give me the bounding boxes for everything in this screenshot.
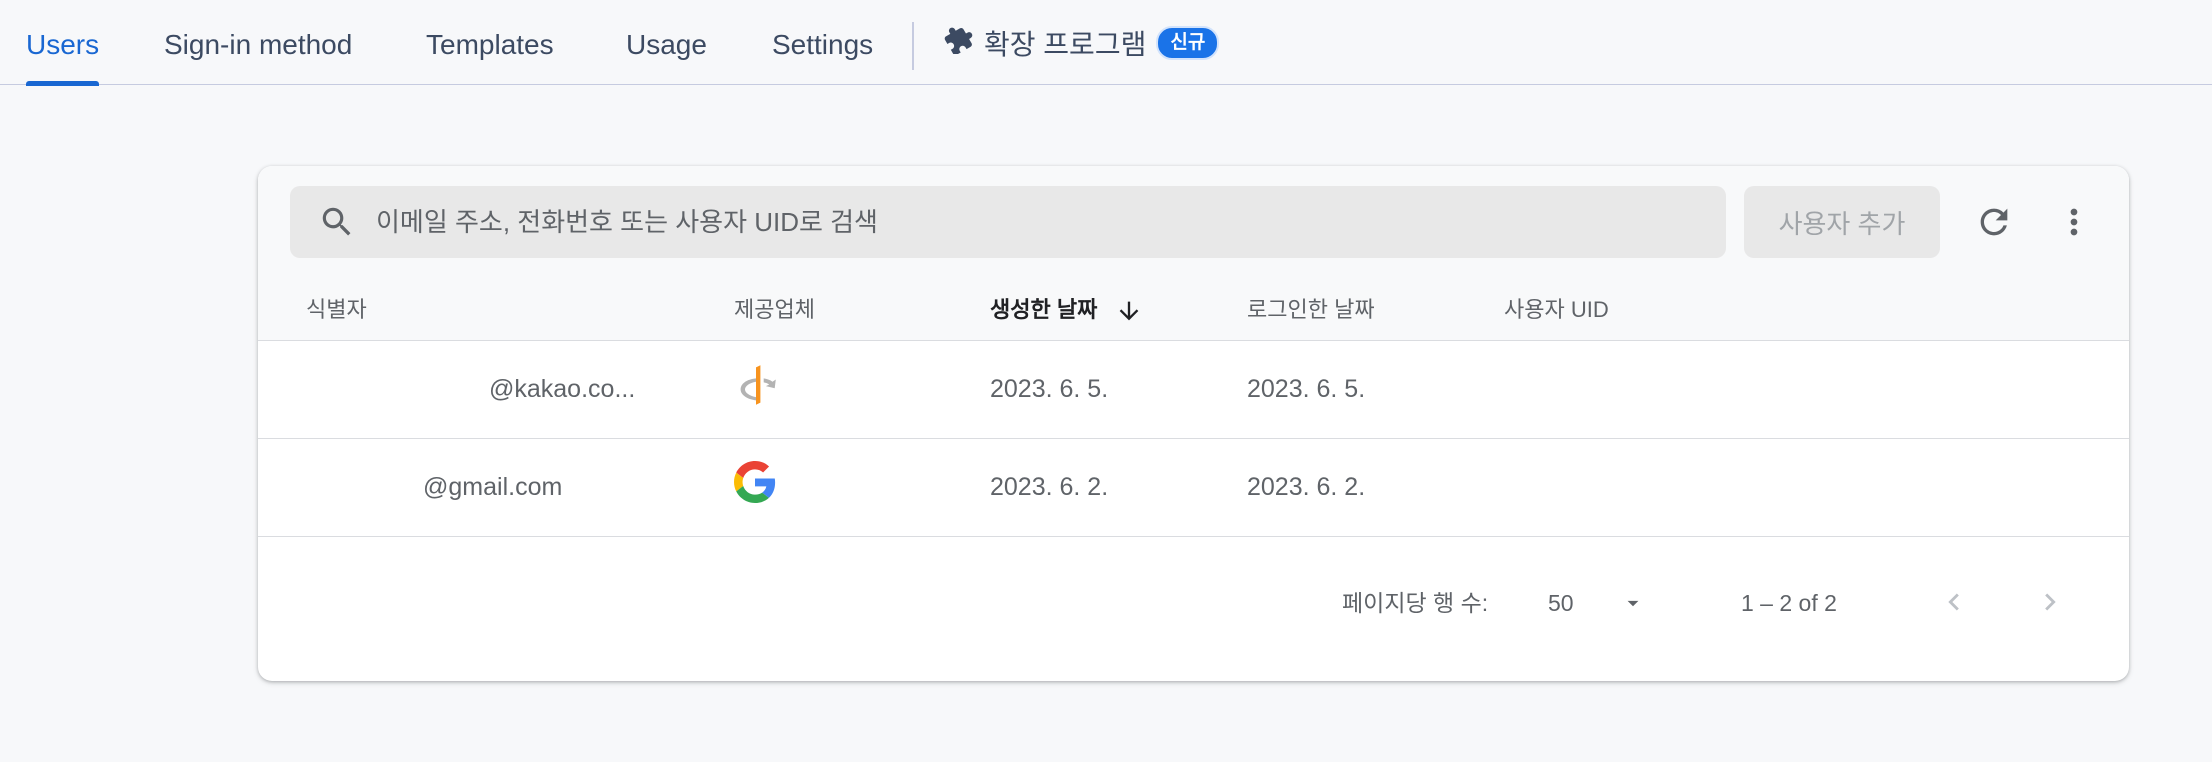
- search-input[interactable]: [374, 205, 1678, 239]
- more-vert-icon: [2070, 208, 2078, 236]
- tab-sign-in-method[interactable]: Sign-in method: [164, 0, 352, 85]
- rows-per-page-label: 페이지당 행 수:: [1342, 590, 1489, 616]
- cell-created: 2023. 6. 5.: [990, 375, 1109, 403]
- table-row[interactable]: @kakao.co... 2023. 6. 5. 2023. 6. 5.: [258, 341, 2129, 439]
- chevron-left-icon: [1948, 593, 1959, 611]
- previous-page-button[interactable]: [1926, 574, 1982, 630]
- search-icon: [322, 207, 351, 236]
- column-header-provider[interactable]: 제공업체: [734, 292, 815, 324]
- refresh-button[interactable]: [1966, 194, 2022, 250]
- table-header-area: 사용자 추가 식별자 제공업체 생성한 날짜 로그인한 날짜 사용자 UID: [258, 166, 2129, 341]
- google-icon: [734, 461, 776, 508]
- dropdown-arrow-icon: [1627, 600, 1639, 607]
- tab-extensions[interactable]: 확장 프로그램 신규: [944, 0, 1220, 85]
- tab-bar: Users Sign-in method Templates Usage Set…: [0, 0, 2212, 86]
- tab-templates[interactable]: Templates: [426, 0, 554, 85]
- cell-created: 2023. 6. 2.: [990, 473, 1109, 501]
- chevron-right-icon: [2045, 593, 2056, 611]
- tab-settings[interactable]: Settings: [772, 0, 873, 85]
- column-header-user-uid[interactable]: 사용자 UID: [1504, 292, 1609, 324]
- pagination-footer: 페이지당 행 수: 50 1 – 2 of 2: [258, 538, 2129, 681]
- puzzle-icon: [944, 24, 974, 61]
- cell-identifier: @gmail.com: [423, 473, 563, 501]
- tab-divider: [912, 22, 914, 70]
- column-header-identifier[interactable]: 식별자: [306, 292, 367, 324]
- more-options-button[interactable]: [2046, 194, 2102, 250]
- refresh-icon: [1980, 208, 2008, 236]
- search-bar[interactable]: [290, 186, 1726, 258]
- column-header-signed-in[interactable]: 로그인한 날짜: [1247, 292, 1375, 324]
- tab-usage[interactable]: Usage: [626, 0, 707, 85]
- add-user-button[interactable]: 사용자 추가: [1744, 186, 1940, 258]
- rows-per-page-value: 50: [1548, 590, 1574, 616]
- arrow-down-icon: [1120, 301, 1139, 321]
- table-row[interactable]: @gmail.com 2023. 6. 2. 2023. 6. 2.: [258, 439, 2129, 537]
- column-header-created[interactable]: 생성한 날짜: [990, 292, 1143, 325]
- cell-identifier: @kakao.co...: [489, 375, 636, 403]
- rows-per-page-select[interactable]: 50: [1548, 582, 1658, 624]
- openid-icon: [734, 363, 778, 412]
- new-badge: 신규: [1156, 25, 1220, 60]
- tab-extensions-label: 확장 프로그램: [984, 28, 1147, 60]
- pagination-range: 1 – 2 of 2: [1741, 590, 1837, 616]
- users-table-card: 사용자 추가 식별자 제공업체 생성한 날짜 로그인한 날짜 사용자 UID @…: [258, 166, 2129, 681]
- cell-signed-in: 2023. 6. 2.: [1247, 473, 1366, 501]
- next-page-button[interactable]: [2022, 574, 2078, 630]
- cell-signed-in: 2023. 6. 5.: [1247, 375, 1366, 403]
- tab-users[interactable]: Users: [26, 0, 100, 86]
- column-header-created-label: 생성한 날짜: [990, 297, 1098, 322]
